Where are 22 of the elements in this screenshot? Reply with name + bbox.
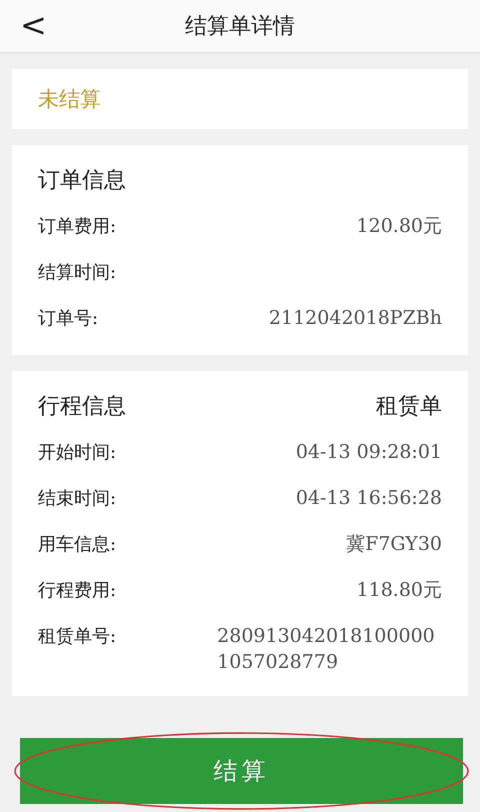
field-value: 04-13 09:28:01 bbox=[296, 440, 442, 465]
field-label: 订单号: bbox=[38, 307, 98, 330]
section-title: 订单信息 bbox=[38, 167, 126, 195]
status-label: 未结算 bbox=[38, 87, 101, 111]
field-label: 订单费用: bbox=[38, 215, 116, 238]
field-label: 开始时间: bbox=[38, 441, 116, 464]
field-value: 04-13 16:56:28 bbox=[296, 486, 442, 511]
field-label: 用车信息: bbox=[38, 533, 116, 556]
field-value: 120.80元 bbox=[356, 214, 442, 239]
field-value: 118.80元 bbox=[356, 578, 442, 603]
field-label: 结算时间: bbox=[38, 261, 116, 284]
section-title: 行程信息 bbox=[38, 393, 126, 421]
back-button[interactable]: < bbox=[14, 6, 53, 44]
field-value: 冀F7GY30 bbox=[346, 532, 442, 557]
settle-button[interactable]: 结算 bbox=[20, 738, 463, 804]
field-label: 租赁单号: bbox=[38, 625, 116, 648]
field-value: 2809130420181000001057028779 bbox=[217, 624, 436, 675]
trip-type-label: 租赁单 bbox=[376, 393, 442, 421]
page-title: 结算单详情 bbox=[185, 13, 295, 41]
field-value: 2112042018PZBh bbox=[268, 306, 442, 331]
field-label: 结束时间: bbox=[38, 487, 116, 510]
field-label: 行程费用: bbox=[38, 579, 116, 602]
